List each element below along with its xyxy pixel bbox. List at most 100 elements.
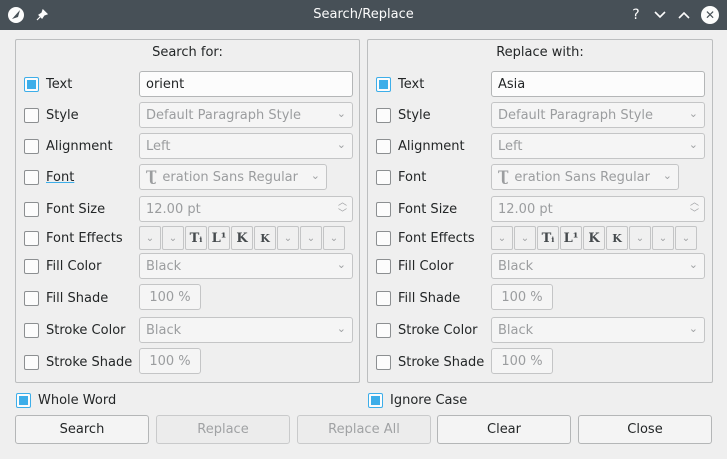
replace-text-input[interactable]: Asia bbox=[491, 71, 705, 97]
search-font-checkbox[interactable] bbox=[24, 169, 39, 185]
replace-fill-shade-label: Fill Shade bbox=[398, 290, 461, 306]
search-fill-color-checkbox[interactable] bbox=[24, 258, 39, 274]
replace-style-row[interactable]: Style bbox=[376, 102, 431, 128]
replace-alignment-label: Alignment bbox=[398, 138, 465, 154]
replace-fill-shade-row[interactable]: Fill Shade bbox=[376, 285, 460, 311]
underline-dropdown-icon[interactable]: ⌄ bbox=[491, 226, 513, 250]
search-stroke-color-checkbox[interactable] bbox=[24, 322, 39, 338]
search-button[interactable]: Search bbox=[15, 415, 149, 444]
outline-dropdown-icon[interactable]: ⌄ bbox=[629, 226, 651, 250]
replace-stroke-color-row[interactable]: Stroke Color bbox=[376, 317, 478, 343]
underline-dropdown-icon[interactable]: ⌄ bbox=[139, 226, 161, 250]
clear-button[interactable]: Clear bbox=[437, 415, 571, 444]
subscript-icon[interactable]: Tᵢ bbox=[185, 226, 207, 250]
search-stroke-shade-spinbox[interactable]: 100 % bbox=[139, 348, 201, 374]
ignore-case-label: Ignore Case bbox=[390, 392, 468, 408]
search-stroke-color-select[interactable]: Black ⌄ bbox=[139, 317, 353, 343]
replace-stroke-color-checkbox[interactable] bbox=[376, 322, 391, 338]
superscript-icon[interactable]: L¹ bbox=[208, 226, 230, 250]
replace-alignment-row[interactable]: Alignment bbox=[376, 133, 465, 159]
replace-stroke-shade-spinbox[interactable]: 100 % bbox=[491, 348, 553, 374]
strike-dropdown-icon[interactable]: ⌄ bbox=[162, 226, 184, 250]
replace-fill-color-row[interactable]: Fill Color bbox=[376, 253, 453, 279]
effects-dropdown-icon[interactable]: ⌄ bbox=[675, 226, 697, 250]
replace-fill-color-checkbox[interactable] bbox=[376, 258, 391, 274]
whole-word-checkbox[interactable] bbox=[16, 392, 31, 408]
search-alignment-row[interactable]: Alignment bbox=[24, 133, 113, 159]
small-caps-icon[interactable]: K bbox=[254, 226, 276, 250]
replace-text-checkbox[interactable] bbox=[376, 76, 391, 92]
whole-word-option[interactable]: Whole Word bbox=[16, 389, 116, 411]
search-fill-shade-row[interactable]: Fill Shade bbox=[24, 285, 108, 311]
search-for-group: Search for: Text orient Style Default Pa… bbox=[15, 39, 360, 383]
replace-font-label: Font bbox=[398, 169, 427, 185]
replace-stroke-shade-row[interactable]: Stroke Shade bbox=[376, 349, 484, 375]
subscript-icon[interactable]: Tᵢ bbox=[537, 226, 559, 250]
search-fill-shade-spinbox[interactable]: 100 % bbox=[139, 284, 201, 310]
replace-style-checkbox[interactable] bbox=[376, 107, 391, 123]
superscript-icon[interactable]: L¹ bbox=[560, 226, 582, 250]
all-caps-icon[interactable]: K bbox=[231, 226, 253, 250]
search-stroke-color-row[interactable]: Stroke Color bbox=[24, 317, 126, 343]
minimize-button[interactable] bbox=[652, 5, 668, 25]
search-style-select[interactable]: Default Paragraph Style ⌄ bbox=[139, 102, 353, 128]
search-font-row[interactable]: Font bbox=[24, 164, 74, 190]
replace-alignment-checkbox[interactable] bbox=[376, 138, 391, 154]
search-text-row[interactable]: Text bbox=[24, 71, 72, 97]
small-caps-icon[interactable]: K bbox=[606, 226, 628, 250]
replace-stroke-shade-label: Stroke Shade bbox=[398, 354, 485, 370]
replace-stroke-color-select[interactable]: Black ⌄ bbox=[491, 317, 705, 343]
replace-alignment-select[interactable]: Left ⌄ bbox=[491, 133, 705, 159]
outline-dropdown-icon[interactable]: ⌄ bbox=[277, 226, 299, 250]
search-font-select[interactable]: Ʈ eration Sans Regular ⌄ bbox=[139, 164, 327, 190]
replace-font-effects-row[interactable]: Font Effects bbox=[376, 225, 475, 251]
search-fill-shade-checkbox[interactable] bbox=[24, 290, 39, 306]
replace-font-size-row[interactable]: Font Size bbox=[376, 196, 457, 222]
strike-dropdown-icon[interactable]: ⌄ bbox=[514, 226, 536, 250]
all-caps-icon[interactable]: K bbox=[583, 226, 605, 250]
search-text-input[interactable]: orient bbox=[139, 71, 353, 97]
shadow-dropdown-icon[interactable]: ⌄ bbox=[300, 226, 322, 250]
replace-font-effects-label: Font Effects bbox=[398, 230, 475, 246]
replace-fill-shade-spinbox[interactable]: 100 % bbox=[491, 284, 553, 310]
maximize-button[interactable] bbox=[676, 5, 692, 25]
search-alignment-select[interactable]: Left ⌄ bbox=[139, 133, 353, 159]
search-fill-color-select[interactable]: Black ⌄ bbox=[139, 253, 353, 279]
replace-style-value: Default Paragraph Style bbox=[498, 107, 654, 123]
search-style-row[interactable]: Style bbox=[24, 102, 79, 128]
replace-font-select[interactable]: Ʈ eration Sans Regular ⌄ bbox=[491, 164, 679, 190]
search-stroke-shade-row[interactable]: Stroke Shade bbox=[24, 349, 132, 375]
search-alignment-checkbox[interactable] bbox=[24, 138, 39, 154]
effects-dropdown-icon[interactable]: ⌄ bbox=[323, 226, 345, 250]
close-window-button[interactable]: ✕ bbox=[700, 5, 720, 25]
replace-font-checkbox[interactable] bbox=[376, 169, 391, 185]
replace-text-row[interactable]: Text bbox=[376, 71, 424, 97]
replace-font-row[interactable]: Font bbox=[376, 164, 426, 190]
replace-fill-color-select[interactable]: Black ⌄ bbox=[491, 253, 705, 279]
replace-style-select[interactable]: Default Paragraph Style ⌄ bbox=[491, 102, 705, 128]
chevron-down-icon: ⌄ bbox=[662, 169, 672, 182]
search-fill-color-row[interactable]: Fill Color bbox=[24, 253, 101, 279]
close-button[interactable]: Close bbox=[578, 415, 712, 444]
replace-fill-shade-checkbox[interactable] bbox=[376, 290, 391, 306]
shadow-dropdown-icon[interactable]: ⌄ bbox=[652, 226, 674, 250]
replace-stroke-shade-checkbox[interactable] bbox=[376, 354, 391, 370]
search-text-checkbox[interactable] bbox=[24, 76, 39, 92]
search-font-effects-checkbox[interactable] bbox=[24, 230, 39, 246]
replace-font-size-spinbox[interactable]: 12.00 pt ︿ ﹀ bbox=[491, 196, 705, 222]
search-font-label: Font bbox=[46, 169, 75, 185]
replace-all-button[interactable]: Replace All bbox=[297, 415, 431, 444]
replace-font-effects-checkbox[interactable] bbox=[376, 230, 391, 246]
ignore-case-checkbox[interactable] bbox=[368, 392, 383, 408]
search-font-size-spinbox[interactable]: 12.00 pt ︿ ﹀ bbox=[139, 196, 353, 222]
help-button[interactable]: ? bbox=[628, 5, 644, 25]
search-font-size-row[interactable]: Font Size bbox=[24, 196, 105, 222]
search-stroke-color-value: Black bbox=[146, 322, 182, 338]
replace-font-size-checkbox[interactable] bbox=[376, 201, 391, 217]
replace-button[interactable]: Replace bbox=[156, 415, 290, 444]
search-font-size-checkbox[interactable] bbox=[24, 201, 39, 217]
search-stroke-shade-checkbox[interactable] bbox=[24, 354, 39, 370]
search-style-checkbox[interactable] bbox=[24, 107, 39, 123]
search-font-effects-row[interactable]: Font Effects bbox=[24, 225, 123, 251]
ignore-case-option[interactable]: Ignore Case bbox=[368, 389, 467, 411]
